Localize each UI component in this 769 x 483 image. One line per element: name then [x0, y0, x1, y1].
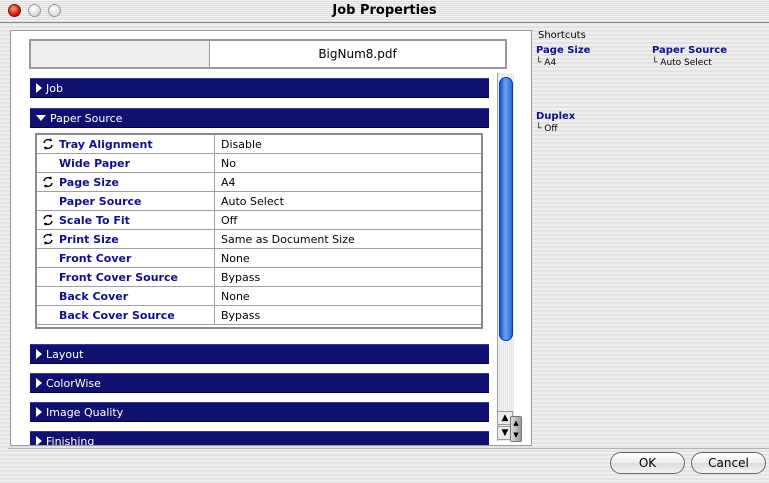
- stepper-down-icon[interactable]: ▼: [513, 431, 518, 439]
- disclosure-triangle-right-icon: [36, 407, 42, 417]
- property-value[interactable]: Bypass: [221, 306, 260, 324]
- disclosure-triangle-right-icon: [36, 349, 42, 359]
- shortcut-duplex-value: └ Off: [536, 124, 558, 134]
- section-job[interactable]: Job: [30, 78, 489, 98]
- disclosure-triangle-right-icon: [36, 436, 42, 445]
- shortcuts-panel: Shortcuts Page Size └ A4 Paper Source └ …: [532, 30, 769, 180]
- shortcut-duplex[interactable]: Duplex: [536, 111, 575, 122]
- sync-arrows-icon: [41, 213, 55, 227]
- vertical-scrollbar[interactable]: [497, 73, 514, 441]
- window-title: Job Properties: [332, 3, 437, 18]
- shortcut-page-size-value-text: A4: [544, 58, 557, 68]
- property-row[interactable]: Back Cover Source Bypass: [37, 306, 481, 325]
- property-label: Paper Source: [37, 192, 215, 210]
- shortcut-duplex-value-text: Off: [544, 124, 558, 134]
- section-finishing[interactable]: Finishing: [30, 431, 489, 446]
- job-properties-panel: BigNum8.pdf Job Paper Source Tray Alignm…: [10, 30, 532, 446]
- shortcut-paper-source[interactable]: Paper Source: [652, 45, 727, 56]
- property-value[interactable]: A4: [221, 173, 236, 191]
- disclosure-triangle-right-icon: [36, 378, 42, 388]
- property-label: Scale To Fit: [37, 211, 215, 229]
- cancel-button[interactable]: Cancel: [691, 452, 766, 474]
- section-image-quality[interactable]: Image Quality: [30, 402, 489, 422]
- property-label-text: Wide Paper: [59, 156, 131, 170]
- property-label-text: Back Cover: [59, 289, 129, 303]
- shortcut-page-size-value: └ A4: [536, 58, 557, 68]
- property-value[interactable]: Disable: [221, 135, 262, 153]
- file-header: BigNum8.pdf: [29, 39, 507, 69]
- shortcut-page-size[interactable]: Page Size: [536, 45, 590, 56]
- property-label: Back Cover Source: [37, 306, 215, 324]
- ok-button[interactable]: OK: [610, 452, 685, 474]
- sync-arrows-icon: [41, 175, 55, 189]
- sync-arrows-icon: [41, 232, 55, 246]
- shortcut-paper-source-value-text: Auto Select: [660, 58, 712, 68]
- section-job-label: Job: [46, 81, 63, 95]
- property-value[interactable]: Auto Select: [221, 192, 284, 210]
- property-value[interactable]: No: [221, 154, 236, 172]
- property-value[interactable]: Same as Document Size: [221, 230, 355, 248]
- disclosure-triangle-right-icon: [36, 83, 42, 93]
- footer-separator: [8, 448, 769, 449]
- property-label-text: Paper Source: [59, 194, 142, 208]
- scrollbar-thumb[interactable]: [499, 77, 513, 341]
- property-label: Tray Alignment: [37, 135, 215, 153]
- property-row[interactable]: Scale To Fit Off: [37, 211, 481, 230]
- property-label: Print Size: [37, 230, 215, 248]
- property-row[interactable]: Wide Paper No: [37, 154, 481, 173]
- shortcuts-title: Shortcuts: [538, 30, 586, 41]
- property-row[interactable]: Tray Alignment Disable: [37, 135, 481, 154]
- stepper-up-icon[interactable]: ▲: [513, 419, 518, 427]
- property-value[interactable]: Bypass: [221, 268, 260, 286]
- file-header-blank-cell: [31, 41, 210, 67]
- property-label: Back Cover: [37, 287, 215, 305]
- section-colorwise-label: ColorWise: [46, 376, 101, 390]
- property-label-text: Page Size: [59, 175, 119, 189]
- section-layout-label: Layout: [46, 347, 84, 361]
- section-image-quality-label: Image Quality: [46, 405, 124, 419]
- property-row[interactable]: Back Cover None: [37, 287, 481, 306]
- property-label: Front Cover: [37, 249, 215, 267]
- property-row[interactable]: Page Size A4: [37, 173, 481, 192]
- property-row[interactable]: Front Cover Source Bypass: [37, 268, 481, 287]
- section-layout[interactable]: Layout: [30, 344, 489, 364]
- property-value[interactable]: Off: [221, 211, 237, 229]
- property-value[interactable]: None: [221, 287, 250, 305]
- property-label: Page Size: [37, 173, 215, 191]
- property-label-text: Scale To Fit: [59, 213, 130, 227]
- sync-arrows-icon: [41, 137, 55, 151]
- section-paper-source-label: Paper Source: [50, 111, 123, 125]
- split-pane-stepper[interactable]: ▲ ▼: [510, 416, 522, 442]
- property-row[interactable]: Print Size Same as Document Size: [37, 230, 481, 249]
- section-colorwise[interactable]: ColorWise: [30, 373, 489, 393]
- shortcut-paper-source-value: └ Auto Select: [652, 58, 712, 68]
- paper-source-table: Tray Alignment Disable Wide Paper No Page Si…: [35, 133, 483, 329]
- property-label: Wide Paper: [37, 154, 215, 172]
- section-finishing-label: Finishing: [46, 434, 95, 446]
- property-label-text: Print Size: [59, 232, 119, 246]
- property-row[interactable]: Front Cover None: [37, 249, 481, 268]
- property-label-text: Front Cover Source: [59, 270, 178, 284]
- file-name: BigNum8.pdf: [318, 47, 397, 61]
- section-paper-source[interactable]: Paper Source: [30, 108, 489, 128]
- title-bar[interactable]: Job Properties: [0, 0, 769, 23]
- property-label: Front Cover Source: [37, 268, 215, 286]
- property-label-text: Front Cover: [59, 251, 132, 265]
- property-label-text: Tray Alignment: [59, 137, 153, 151]
- property-label-text: Back Cover Source: [59, 308, 175, 322]
- property-row[interactable]: Paper Source Auto Select: [37, 192, 481, 211]
- property-value[interactable]: None: [221, 249, 250, 267]
- disclosure-triangle-down-icon: [36, 115, 46, 121]
